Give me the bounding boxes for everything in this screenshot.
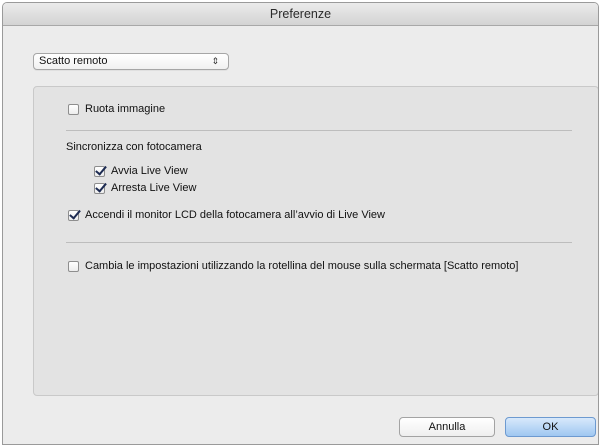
settings-panel: Ruota immagine Sincronizza con fotocamer… xyxy=(33,86,598,396)
ok-button[interactable]: OK xyxy=(505,417,596,437)
rotate-image-label: Ruota immagine xyxy=(85,103,166,115)
category-select[interactable]: Scatto remoto ⇕ xyxy=(33,53,229,70)
cancel-button[interactable]: Annulla xyxy=(399,417,495,437)
lcd-monitor-checkbox[interactable] xyxy=(68,209,79,221)
lcd-monitor-label: Accendi il monitor LCD della fotocamera … xyxy=(85,209,385,221)
mouse-wheel-checkbox[interactable] xyxy=(68,260,79,272)
sync-heading: Sincronizza con fotocamera xyxy=(66,141,202,153)
window-titlebar: Preferenze xyxy=(3,3,598,26)
separator xyxy=(66,130,572,131)
stop-live-view-option[interactable]: Arresta Live View xyxy=(94,182,196,194)
stop-live-view-label: Arresta Live View xyxy=(111,182,197,194)
mouse-wheel-option[interactable]: Cambia le impostazioni utilizzando la ro… xyxy=(68,260,519,272)
separator xyxy=(66,242,572,243)
start-live-view-label: Avvia Live View xyxy=(111,165,188,177)
select-arrows-icon: ⇕ xyxy=(211,56,219,66)
rotate-image-checkbox[interactable] xyxy=(68,103,79,115)
sync-heading-row: Sincronizza con fotocamera xyxy=(66,141,202,153)
preferences-window: Preferenze Scatto remoto ⇕ Ruota immagin… xyxy=(2,2,599,445)
rotate-image-option[interactable]: Ruota immagine xyxy=(68,103,165,115)
stop-live-view-checkbox[interactable] xyxy=(94,182,105,194)
mouse-wheel-label: Cambia le impostazioni utilizzando la ro… xyxy=(85,260,519,272)
start-live-view-checkbox[interactable] xyxy=(94,165,105,177)
category-select-value: Scatto remoto xyxy=(39,55,108,67)
start-live-view-option[interactable]: Avvia Live View xyxy=(94,165,188,177)
lcd-monitor-option[interactable]: Accendi il monitor LCD della fotocamera … xyxy=(68,209,385,221)
window-title: Preferenze xyxy=(269,7,332,21)
